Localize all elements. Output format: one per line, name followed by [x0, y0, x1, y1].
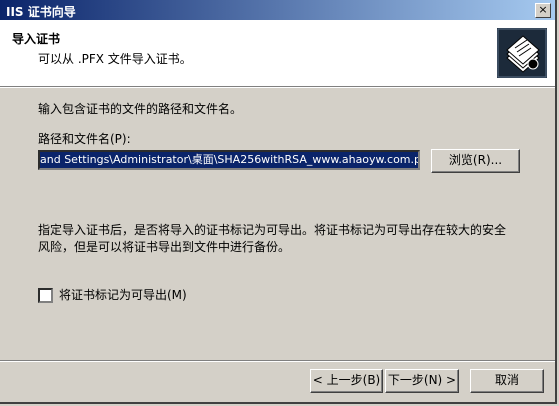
browse-button[interactable]: 浏览(R)...: [431, 149, 520, 173]
next-button[interactable]: 下一步(N) >: [385, 369, 459, 393]
back-button[interactable]: < 上一步(B): [310, 369, 383, 393]
footer-divider: [0, 360, 555, 362]
exportable-option[interactable]: 将证书标记为可导出(M): [38, 286, 187, 303]
exportable-checkbox[interactable]: [38, 288, 53, 303]
close-icon: ×: [538, 3, 548, 16]
title-bar[interactable]: IIS 证书向导 ×: [0, 0, 555, 20]
path-input[interactable]: and Settings\Administrator\桌面\SHA256with…: [38, 150, 420, 170]
export-info-text: 指定导入证书后，是否将导入的证书标记为可导出。将证书标记为可导出存在较大的安全风…: [38, 223, 507, 254]
exportable-label: 将证书标记为可导出(M): [59, 288, 187, 302]
page-title: 导入证书: [12, 32, 61, 46]
path-input-value: and Settings\Administrator\桌面\SHA256with…: [40, 152, 418, 168]
page-subtitle: 可以从 .PFX 文件导入证书。: [38, 52, 192, 66]
wizard-window: IIS 证书向导 × 导入证书 可以从 .PFX 文件导入证书。 输入包含证书的…: [0, 0, 557, 404]
instruction-text: 输入包含证书的文件的路径和文件名。: [38, 102, 243, 116]
certificate-icon: [497, 28, 547, 78]
wizard-header: 导入证书 可以从 .PFX 文件导入证书。: [0, 20, 555, 86]
window-title: IIS 证书向导: [6, 5, 76, 19]
close-button[interactable]: ×: [535, 3, 551, 18]
path-label: 路径和文件名(P):: [38, 132, 131, 146]
cancel-button[interactable]: 取消: [470, 369, 544, 393]
header-divider: [0, 86, 555, 88]
